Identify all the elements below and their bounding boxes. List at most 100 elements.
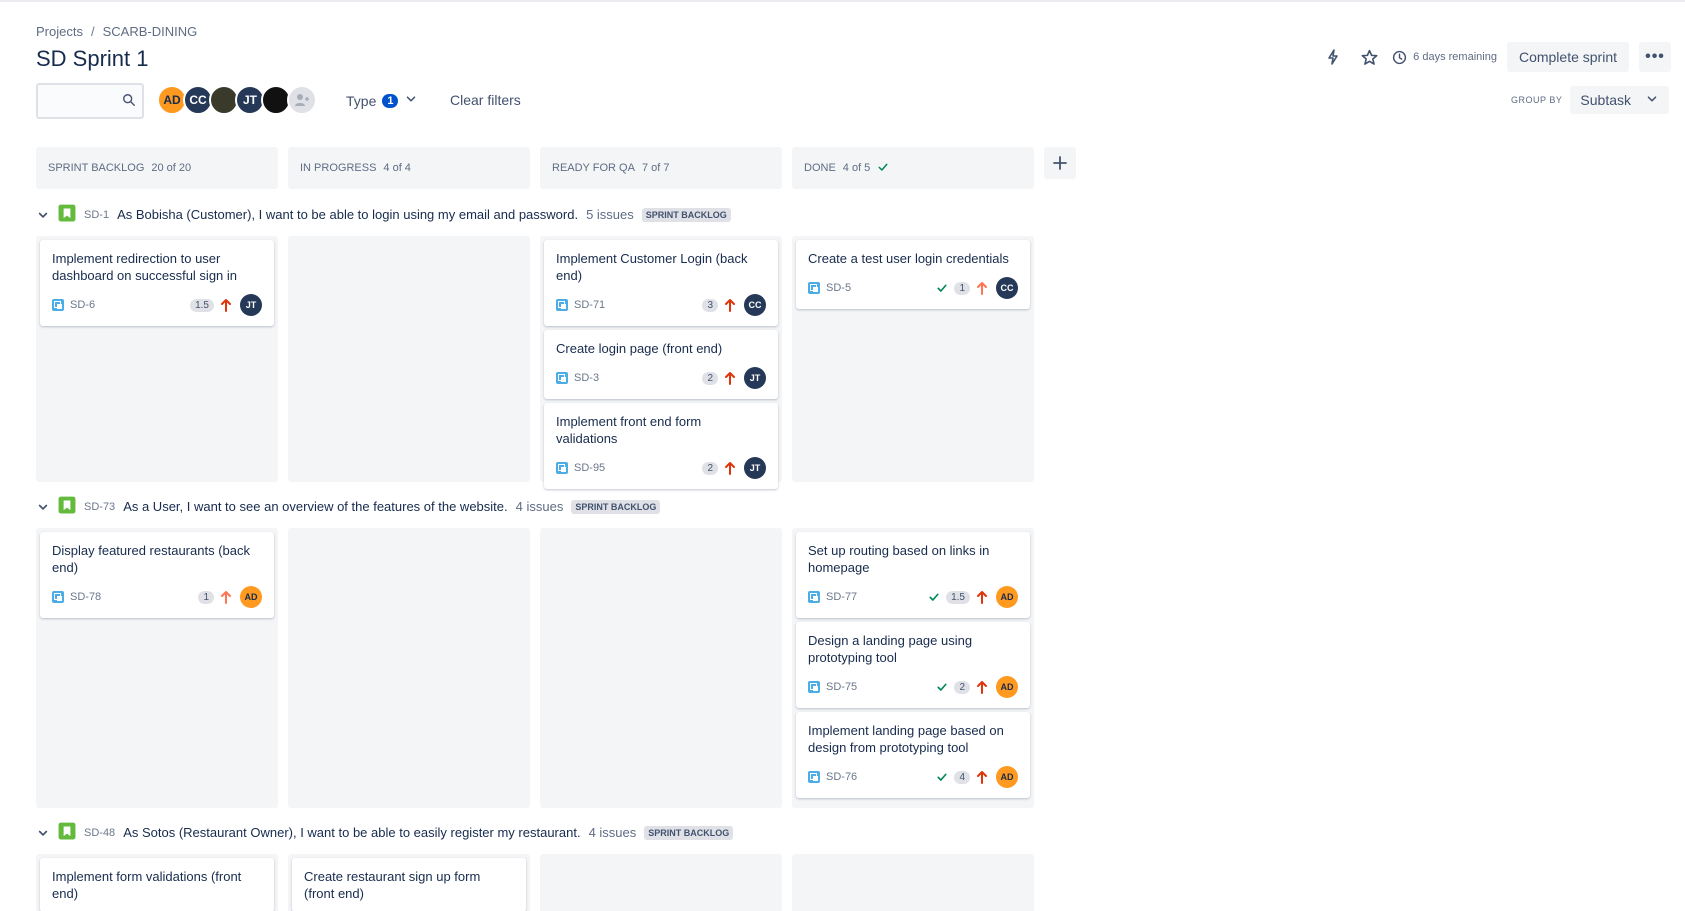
story-points-badge: 4 — [954, 770, 970, 784]
card-title: Implement Customer Login (back end) — [556, 251, 748, 283]
add-people-icon[interactable] — [287, 85, 317, 115]
subtask-icon — [556, 462, 568, 474]
card-title: Create a test user login credentials — [808, 251, 1009, 266]
assignee-avatar[interactable]: JT — [240, 294, 262, 316]
issue-card[interactable]: Implement form validations (front end) — [40, 858, 274, 911]
issue-card[interactable]: Create a test user login credentials SD-5… — [796, 240, 1030, 309]
assignee-avatar[interactable]: CC — [996, 277, 1018, 299]
assignee-avatar[interactable]: JT — [744, 457, 766, 479]
breadcrumb-projects[interactable]: Projects — [36, 24, 83, 39]
swimlane-header[interactable]: SD-48 As Sotos (Restaurant Owner), I want… — [36, 822, 734, 843]
group-by: GROUP BY Subtask — [1511, 86, 1669, 114]
card-footer: SD-5 1 CC — [808, 277, 1018, 299]
card-title: Implement form validations (front end) — [52, 869, 242, 901]
card-key[interactable]: SD-75 — [808, 681, 936, 693]
status-badge: SPRINT BACKLOG — [571, 499, 661, 514]
issue-count: 5 issues — [586, 207, 634, 222]
done-check-icon — [877, 161, 889, 176]
add-column-button[interactable] — [1044, 147, 1076, 179]
card-key[interactable]: SD-71 — [556, 299, 702, 311]
card-title: Design a landing page using prototyping … — [808, 633, 973, 665]
assignee-avatar[interactable]: CC — [744, 294, 766, 316]
card-key-text: SD-3 — [574, 372, 600, 384]
chevron-down-icon[interactable] — [36, 501, 50, 513]
story-summary: As Bobisha (Customer), I want to be able… — [117, 207, 579, 222]
issue-card[interactable]: Set up routing based on links in homepag… — [796, 532, 1030, 618]
story-summary: As Sotos (Restaurant Owner), I want to b… — [123, 825, 581, 840]
story-key[interactable]: SD-48 — [84, 827, 115, 839]
type-filter-dropdown[interactable]: Type 1 — [346, 92, 418, 109]
assignee-avatar[interactable]: AD — [240, 586, 262, 608]
issue-card[interactable]: Display featured restaurants (back end) S… — [40, 532, 274, 618]
priority-high-icon — [724, 298, 736, 312]
story-icon — [58, 204, 76, 225]
subtask-icon — [808, 771, 820, 783]
issue-card[interactable]: Implement front end form validations SD-9… — [544, 403, 778, 489]
swimlane-column: Implement redirection to user dashboard … — [36, 236, 278, 482]
issue-count: 4 issues — [588, 825, 637, 840]
story-summary: As a User, I want to see an overview of … — [123, 499, 508, 514]
chevron-down-icon[interactable] — [36, 209, 50, 221]
subtask-icon — [808, 591, 820, 603]
issue-card[interactable]: Implement redirection to user dashboard … — [40, 240, 274, 326]
breadcrumb-separator: / — [90, 24, 95, 39]
card-title: Implement front end form validations — [556, 414, 702, 446]
story-key[interactable]: SD-73 — [84, 501, 115, 513]
swimlane-column: Implement Customer Login (back end) SD-71… — [540, 236, 782, 489]
automation-lightning-icon[interactable] — [1320, 44, 1346, 70]
card-key[interactable]: SD-76 — [808, 771, 936, 783]
story-icon — [58, 822, 76, 843]
card-key-text: SD-71 — [574, 299, 606, 311]
search-box — [36, 83, 144, 119]
breadcrumb-project[interactable]: SCARB-DINING — [103, 24, 198, 39]
column-header-sprint-backlog: Sprint backlog 20 of 20 — [36, 147, 278, 189]
swimlane-column — [288, 236, 530, 482]
done-check-icon — [928, 591, 940, 603]
assignee-avatar[interactable]: AD — [996, 586, 1018, 608]
assignee-avatar[interactable]: AD — [996, 676, 1018, 698]
card-footer: SD-95 2 JT — [556, 457, 766, 479]
swimlane-column — [540, 528, 782, 808]
story-key[interactable]: SD-1 — [84, 209, 109, 221]
swimlane-column: Implement form validations (front end) — [36, 854, 278, 911]
clear-filters-button[interactable]: Clear filters — [450, 92, 521, 108]
group-by-label: GROUP BY — [1511, 95, 1563, 105]
search-input[interactable] — [38, 85, 118, 117]
plus-icon — [1053, 156, 1067, 170]
card-key[interactable]: SD-77 — [808, 591, 928, 603]
swimlane-header[interactable]: SD-1 As Bobisha (Customer), I want to be … — [36, 204, 731, 225]
star-icon[interactable] — [1356, 44, 1382, 70]
story-points-badge: 1.5 — [190, 298, 214, 312]
card-key-text: SD-77 — [826, 591, 858, 603]
group-by-select[interactable]: Subtask — [1570, 86, 1669, 114]
issue-card[interactable]: Design a landing page using prototyping … — [796, 622, 1030, 708]
clock-icon — [1393, 50, 1407, 64]
more-actions-button[interactable]: ••• — [1639, 42, 1671, 72]
card-key[interactable]: SD-5 — [808, 282, 936, 294]
assignee-avatar[interactable]: JT — [744, 367, 766, 389]
done-check-icon — [936, 282, 948, 294]
issue-card[interactable]: Implement landing page based on design f… — [796, 712, 1030, 798]
issue-card[interactable]: Create login page (front end) SD-3 2 JT — [544, 330, 778, 399]
swimlane-column: Display featured restaurants (back end) S… — [36, 528, 278, 808]
card-key[interactable]: SD-78 — [52, 591, 198, 603]
issue-card[interactable]: Implement Customer Login (back end) SD-71… — [544, 240, 778, 326]
swimlane-column: Create a test user login credentials SD-5… — [792, 236, 1034, 482]
issue-card[interactable]: Create restaurant sign up form (front en… — [292, 858, 526, 911]
chevron-down-icon[interactable] — [36, 827, 50, 839]
card-key[interactable]: SD-95 — [556, 462, 702, 474]
swimlane-header[interactable]: SD-73 As a User, I want to see an overvie… — [36, 496, 661, 517]
complete-sprint-button[interactable]: Complete sprint — [1506, 42, 1629, 72]
card-key[interactable]: SD-3 — [556, 372, 702, 384]
card-key-text: SD-95 — [574, 462, 606, 474]
assignee-avatar[interactable]: AD — [996, 766, 1018, 788]
card-footer: SD-76 4 AD — [808, 766, 1018, 788]
priority-high-icon — [724, 371, 736, 385]
card-key[interactable]: SD-6 — [52, 299, 190, 311]
swimlane-column — [288, 528, 530, 808]
issue-count: 4 issues — [515, 499, 564, 514]
story-points-badge: 3 — [702, 298, 718, 312]
story-points-badge: 2 — [702, 461, 718, 475]
column-count: 4 of 5 — [842, 162, 871, 174]
priority-high-icon — [724, 461, 736, 475]
